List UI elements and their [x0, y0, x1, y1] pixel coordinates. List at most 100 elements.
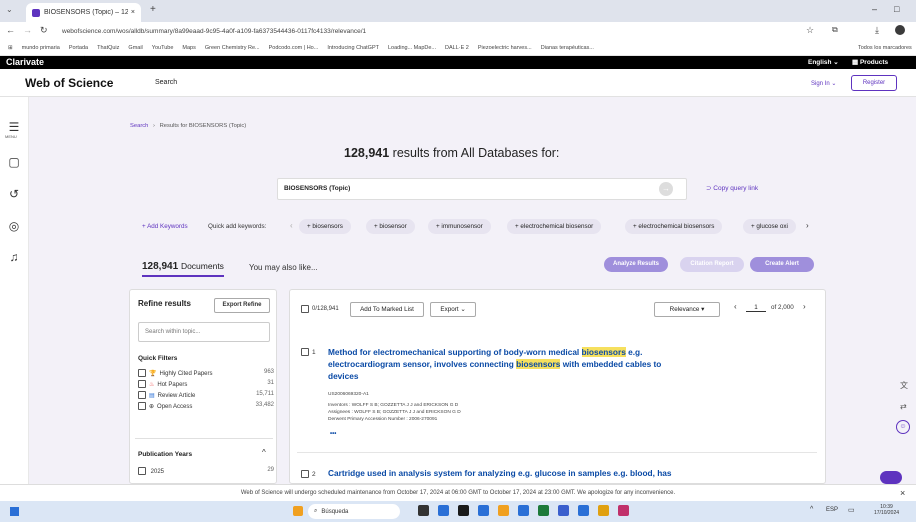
- year-filter-2025[interactable]: 2025 29: [138, 467, 274, 475]
- filter-checkbox[interactable]: [138, 402, 146, 410]
- wos-logo[interactable]: Web of Science: [25, 76, 113, 90]
- more-icon[interactable]: •••: [330, 431, 336, 437]
- keyword-chip[interactable]: + immunosensor: [428, 219, 491, 234]
- tab-menu-icon[interactable]: ⌄: [6, 5, 13, 14]
- windows-start-icon[interactable]: [10, 507, 19, 516]
- browser-tab[interactable]: BIOSENSORS (Topic) – 128,941 ×: [26, 3, 141, 22]
- taskbar-app-icon[interactable]: [618, 505, 629, 516]
- taskbar-app-icon[interactable]: [538, 505, 549, 516]
- filter-checkbox[interactable]: [138, 391, 146, 399]
- select-all[interactable]: 0/128,941: [301, 305, 339, 313]
- bookmark-item[interactable]: Gmail: [128, 45, 142, 51]
- apps-icon[interactable]: ⊞: [8, 45, 13, 51]
- back-icon[interactable]: ←: [6, 25, 15, 35]
- new-tab-button[interactable]: +: [150, 4, 156, 15]
- profile-avatar[interactable]: [895, 25, 905, 35]
- products-menu[interactable]: ▦ Products: [852, 58, 888, 66]
- keyword-chip[interactable]: + biosensor: [366, 219, 415, 234]
- keyword-chip[interactable]: + biosensors: [299, 219, 351, 234]
- collapse-chevron-icon[interactable]: ^: [262, 448, 266, 457]
- history-icon[interactable]: ↺: [7, 187, 21, 201]
- filter-checkbox[interactable]: [138, 369, 146, 377]
- bookmark-item[interactable]: YouTube: [152, 45, 174, 51]
- taskbar-app-icon[interactable]: [438, 505, 449, 516]
- url-field[interactable]: webofscience.com/wos/alldb/summary/8a99e…: [62, 25, 762, 38]
- add-keywords-link[interactable]: + Add Keywords: [142, 223, 188, 230]
- weather-icon[interactable]: [293, 506, 303, 516]
- tray-chevron-icon[interactable]: ^: [810, 506, 813, 513]
- breadcrumb-search[interactable]: Search: [130, 123, 148, 129]
- profile-icon[interactable]: ◎: [7, 219, 21, 233]
- taskbar-app-icon[interactable]: [518, 505, 529, 516]
- export-refine-button[interactable]: Export Refine: [214, 298, 270, 313]
- notice-close-icon[interactable]: ×: [900, 485, 905, 502]
- keyword-chip[interactable]: + electrochemical biosensors: [625, 219, 723, 234]
- share-icon[interactable]: ⇄: [900, 402, 907, 411]
- bookmark-item[interactable]: Piezoelectric harves...: [478, 45, 532, 51]
- bookmark-item[interactable]: Green Chemistry Re...: [205, 45, 260, 51]
- chips-next-icon[interactable]: ›: [806, 221, 809, 230]
- chat-badge-icon[interactable]: [880, 471, 902, 484]
- taskbar-app-icon[interactable]: [498, 505, 509, 516]
- next-page-icon[interactable]: ›: [803, 302, 806, 311]
- register-button[interactable]: Register: [851, 75, 897, 91]
- bookmark-item[interactable]: DALL·E 2: [445, 45, 469, 51]
- maximize-button[interactable]: □: [894, 4, 899, 14]
- bookmark-star-icon[interactable]: ☆: [806, 25, 814, 36]
- taskbar-search[interactable]: ⌕ Búsqueda: [308, 504, 400, 519]
- bookmark-item[interactable]: Loading... MapDe...: [388, 45, 436, 51]
- bookmark-item[interactable]: Maps: [182, 45, 195, 51]
- taskbar-app-icon[interactable]: [578, 505, 589, 516]
- chips-prev-icon[interactable]: ‹: [290, 221, 293, 230]
- search-within-input[interactable]: Search within topic...: [138, 322, 270, 342]
- bell-icon[interactable]: ♫: [7, 250, 21, 264]
- forward-icon[interactable]: →: [23, 25, 32, 35]
- translate-icon[interactable]: 文: [900, 380, 908, 391]
- analyze-results-button[interactable]: Analyze Results: [604, 257, 668, 272]
- copy-query-link[interactable]: ⊃ Copy query link: [706, 184, 758, 192]
- taskbar-app-icon[interactable]: [598, 505, 609, 516]
- help-icon[interactable]: ☺: [896, 420, 910, 434]
- input-language[interactable]: ESP: [826, 507, 838, 513]
- record-title[interactable]: Method for electromechanical supporting …: [328, 346, 688, 382]
- bookmark-item[interactable]: Dianas terapéuticas...: [541, 45, 594, 51]
- taskbar-app-icon[interactable]: [558, 505, 569, 516]
- document-icon[interactable]: ▢: [7, 155, 21, 169]
- quick-filter-item[interactable]: 🏆 Highly Cited Papers 963: [138, 369, 274, 377]
- add-marked-list-button[interactable]: Add To Marked List: [350, 302, 424, 317]
- export-button[interactable]: Export ⌄: [430, 302, 476, 317]
- sign-in-link[interactable]: Sign In ⌄: [811, 80, 836, 87]
- bookmark-item[interactable]: mundo primaria: [22, 45, 60, 51]
- bookmark-item[interactable]: Introducing ChatGPT: [327, 45, 379, 51]
- reload-icon[interactable]: ↻: [40, 25, 48, 36]
- quick-filter-item[interactable]: ▤ Review Article 15,711: [138, 391, 274, 399]
- language-selector[interactable]: English ⌄: [808, 58, 839, 66]
- record-select[interactable]: 1: [301, 348, 316, 356]
- record-checkbox[interactable]: [301, 470, 309, 478]
- prev-page-icon[interactable]: ‹: [734, 302, 737, 311]
- taskbar-app-icon[interactable]: [418, 505, 429, 516]
- select-all-checkbox[interactable]: [301, 305, 309, 313]
- taskbar-app-icon[interactable]: [478, 505, 489, 516]
- page-input[interactable]: 1: [746, 304, 766, 312]
- tab-close-icon[interactable]: ×: [131, 9, 135, 16]
- record-select[interactable]: 2: [301, 470, 316, 478]
- record-checkbox[interactable]: [301, 348, 309, 356]
- query-search-button[interactable]: →: [659, 182, 673, 196]
- minimize-button[interactable]: –: [872, 4, 877, 14]
- bookmark-item[interactable]: ThatQuiz: [97, 45, 119, 51]
- query-box[interactable]: BIOSENSORS (Topic) →: [277, 178, 687, 200]
- create-alert-button[interactable]: Create Alert: [750, 257, 814, 272]
- record-title[interactable]: Cartridge used in analysis system for an…: [328, 468, 708, 478]
- all-bookmarks[interactable]: Todos los marcadores: [858, 45, 912, 51]
- sort-dropdown[interactable]: Relevance ▾: [654, 302, 720, 317]
- year-checkbox[interactable]: [138, 467, 146, 475]
- download-icon[interactable]: ⤓: [875, 25, 879, 36]
- bookmark-item[interactable]: Portada: [69, 45, 88, 51]
- clarivate-logo[interactable]: Clarivate: [6, 57, 44, 67]
- clock[interactable]: 10:39 17/10/2024: [874, 504, 899, 516]
- menu-icon[interactable]: ☰: [7, 120, 21, 134]
- quick-filter-item[interactable]: ♨ Hot Papers 31: [138, 380, 274, 388]
- keyword-chip[interactable]: + glucose oxi: [743, 219, 796, 234]
- bookmark-item[interactable]: Podcodo.com | Ho...: [269, 45, 319, 51]
